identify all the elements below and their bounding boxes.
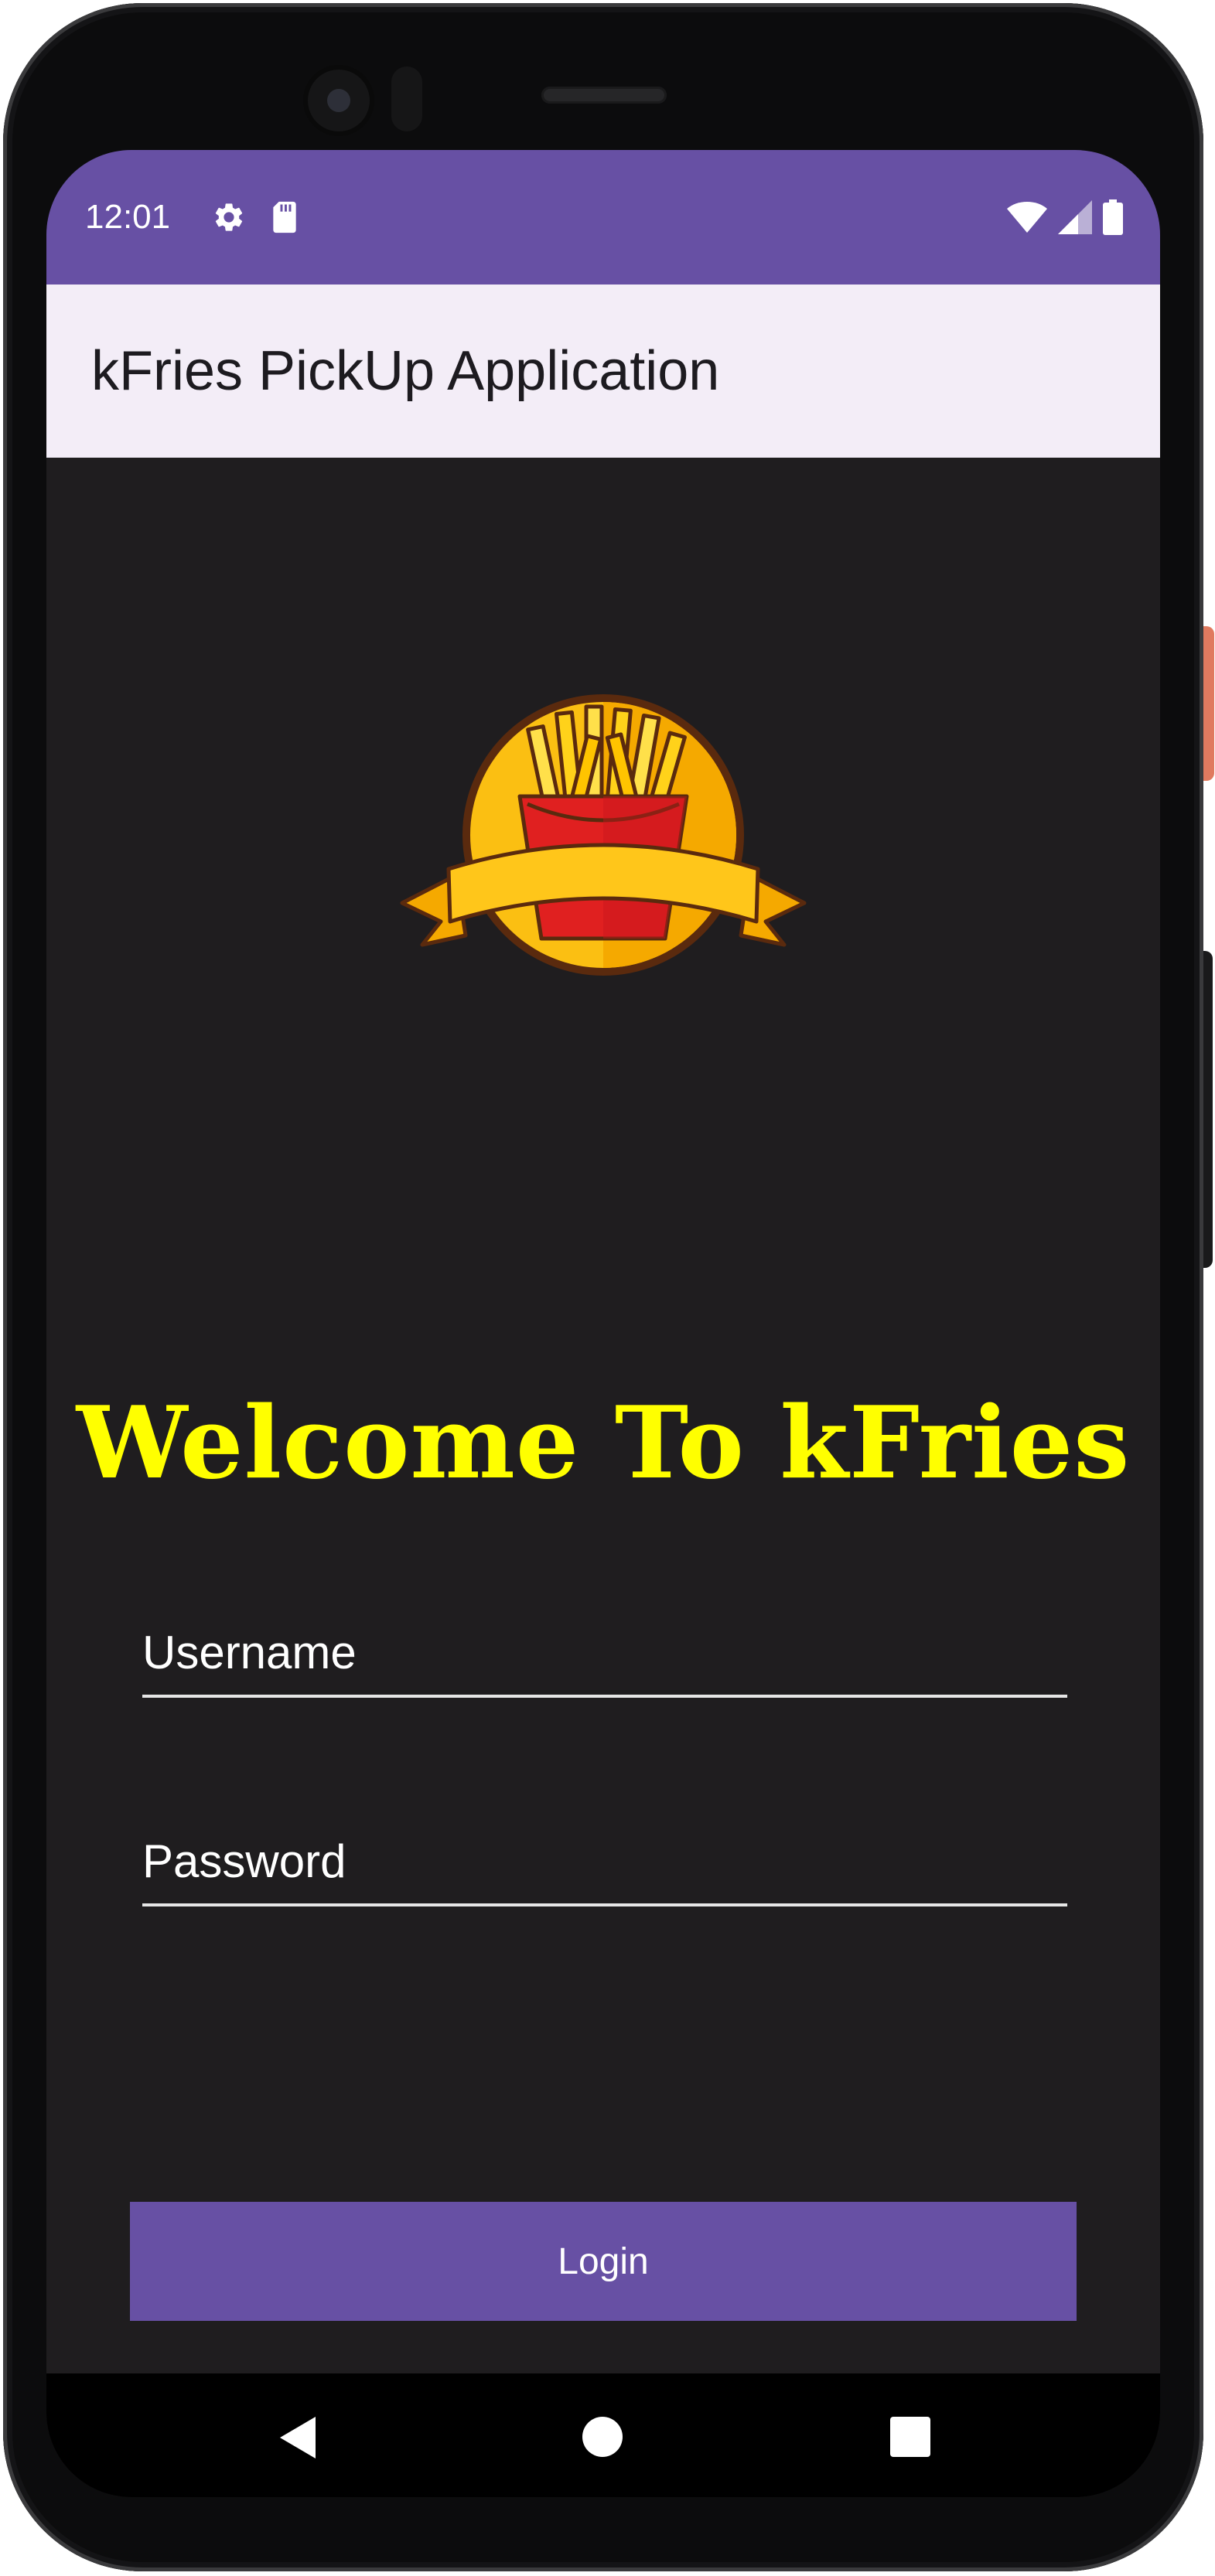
app-bar: kFries PickUp Application xyxy=(46,285,1160,458)
status-time: 12:01 xyxy=(85,198,171,236)
home-circle-icon[interactable] xyxy=(582,2417,623,2457)
power-button xyxy=(1203,626,1214,781)
wifi-icon xyxy=(1007,202,1047,233)
device-frame: 12:01 kFries PickUp Application Welcome … xyxy=(0,0,1215,2576)
status-icons-left xyxy=(212,198,300,237)
navigation-bar xyxy=(46,2373,1160,2497)
login-content: Welcome To kFries Login xyxy=(46,458,1160,2373)
password-input[interactable] xyxy=(142,1826,1067,1903)
screen: 12:01 kFries PickUp Application Welcome … xyxy=(46,150,1160,2497)
battery-icon xyxy=(1103,199,1123,235)
app-title: kFries PickUp Application xyxy=(91,340,720,402)
volume-rocker xyxy=(1203,951,1213,1268)
front-camera xyxy=(308,70,370,131)
username-input[interactable] xyxy=(142,1617,1067,1695)
gear-icon xyxy=(215,203,243,231)
proximity-sensor xyxy=(391,66,422,131)
welcome-heading: Welcome To kFries xyxy=(76,1385,1131,1501)
fries-logo-icon xyxy=(400,694,807,976)
status-icons-right xyxy=(1007,198,1123,237)
password-field-container xyxy=(142,1826,1067,1906)
status-bar: 12:01 xyxy=(46,150,1160,285)
back-triangle-icon[interactable] xyxy=(271,2411,325,2465)
signal-icon xyxy=(1058,200,1092,234)
sd-card-icon xyxy=(273,201,296,233)
username-field-container xyxy=(142,1617,1067,1698)
recents-square-icon[interactable] xyxy=(890,2417,930,2457)
earpiece-speaker xyxy=(541,87,667,104)
login-button[interactable]: Login xyxy=(130,2202,1077,2321)
